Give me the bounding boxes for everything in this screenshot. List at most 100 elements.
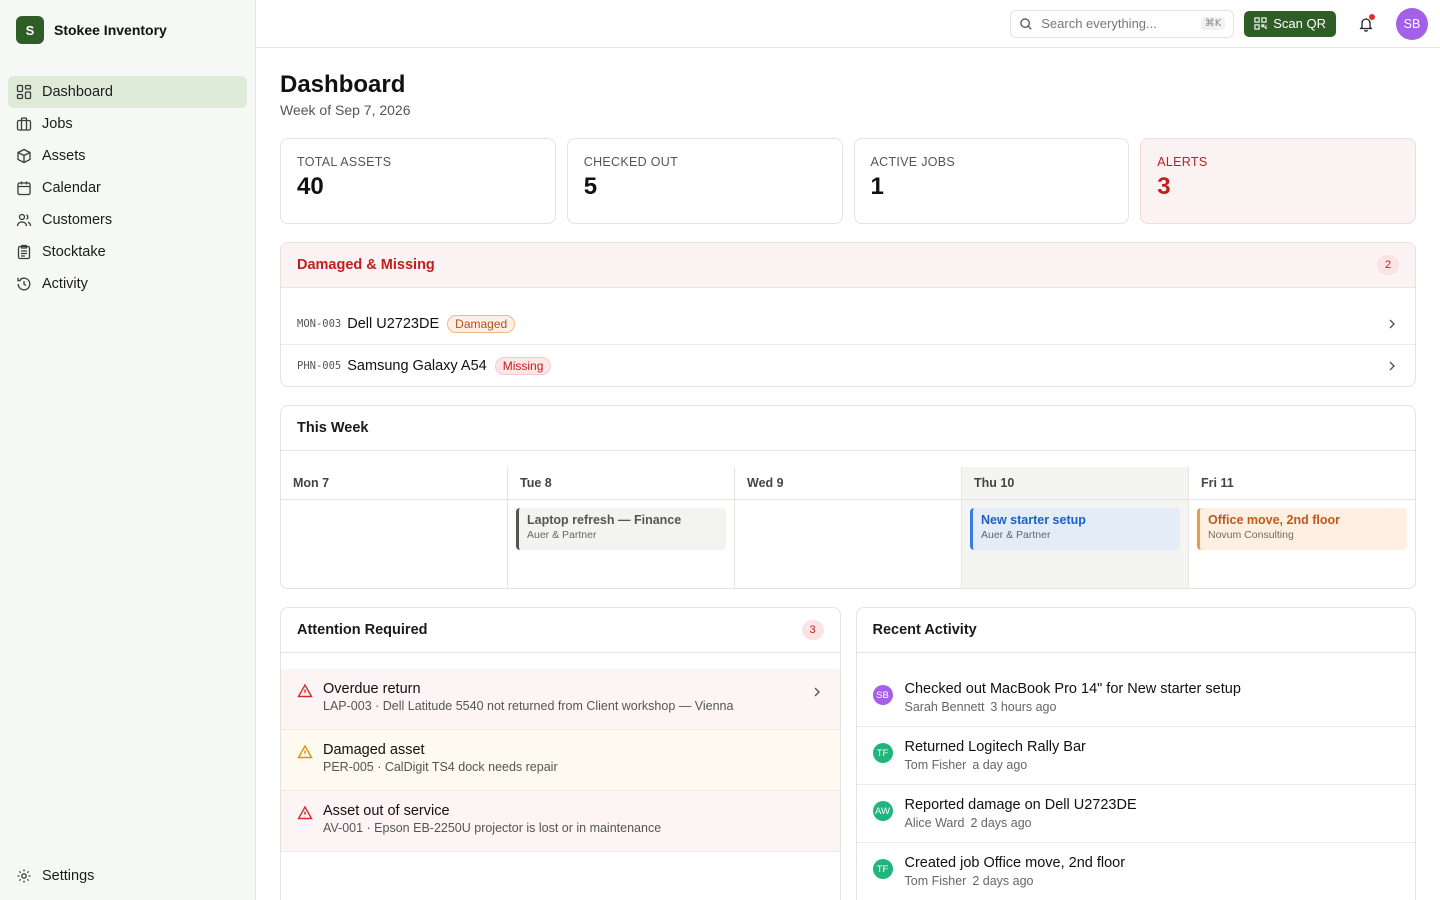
event-title: New starter setup [981,513,1086,527]
qr-code-icon [1254,17,1267,30]
notification-dot [1369,13,1375,20]
sidebar-item-label: Dashboard [42,84,113,100]
topbar: Search everything... ⌘K Scan QR SB [256,0,1440,48]
stat-label: ALERTS [1157,155,1208,169]
activity-meta: Tom Fisher 2 days ago [905,874,1126,888]
list-item[interactable]: TF Created job Office move, 2nd floor To… [857,843,1416,900]
stat-checked-out[interactable]: CHECKED OUT 5 [566,138,843,224]
day-column[interactable]: Fri 11 Office move, 2nd floor Novum Cons… [1189,467,1415,588]
calendar-event[interactable]: Laptop refresh — Finance Auer & Partner [516,508,726,550]
status-badge: Damaged [447,315,516,333]
sidebar-item-stocktake[interactable]: Stocktake [8,236,247,268]
event-customer: Auer & Partner [981,529,1051,541]
list-item[interactable]: TF Returned Logitech Rally Bar Tom Fishe… [856,727,1415,785]
activity-title: Created job Office move, 2nd floor [904,855,1126,871]
sidebar-item-customers[interactable]: Customers [8,204,247,236]
sidebar-item-activity[interactable]: Activity [8,268,247,300]
stat-total-assets[interactable]: TOTAL ASSETS 40 [280,138,556,224]
stat-active-jobs[interactable]: ACTIVE JOBS 1 [853,138,1130,224]
sidebar-item-calendar[interactable]: Calendar [8,172,247,204]
stat-label: ACTIVE JOBS [870,155,956,169]
card-title: Attention Required [297,622,428,638]
status-badge: Missing [494,356,552,375]
attention-text: Asset out of service AV-001 · Epson EB-2… [323,803,824,835]
settings-section: Settings [8,860,247,892]
sidebar: S Stokee Inventory Dashboard Jobs Assets… [0,0,256,900]
search-input[interactable]: Search everything... ⌘K [1010,9,1235,38]
stat-value: 40 [297,173,324,200]
activity-text: Created job Office move, 2nd floor Tom F… [905,855,1126,888]
warning-triangle-icon [297,805,313,821]
asset-code: MON-003 [297,318,342,330]
list-item[interactable]: Overdue return LAP-003 · Dell Latitude 5… [281,669,840,730]
event-customer: Novum Consulting [1208,529,1294,541]
this-week-header: This Week [281,406,1415,451]
damaged-missing-list: MON-003 Dell U2723DE Damaged PHN-005 Sam… [281,288,1415,386]
stat-value: 1 [870,173,884,200]
activity-time: a day ago [972,758,1028,772]
sidebar-item-label: Calendar [42,180,101,196]
attention-header: Attention Required 3 [281,608,840,653]
damaged-missing-card: Damaged & Missing 2 MON-003 Dell U2723DE… [280,242,1416,387]
activity-text: Checked out MacBook Pro 14" for New star… [905,681,1241,714]
day-body: Laptop refresh — Finance Auer & Partner [508,500,734,588]
card-title: This Week [297,420,369,436]
calendar-event[interactable]: New starter setup Auer & Partner [970,508,1180,550]
activity-time: 2 days ago [972,874,1034,888]
list-item[interactable]: Damaged asset PER-005 · CalDigit TS4 doc… [281,730,840,791]
day-body [735,500,961,588]
main-area: Search everything... ⌘K Scan QR SB Dashb… [256,0,1440,900]
sidebar-item-assets[interactable]: Assets [8,140,247,172]
search-shortcut: ⌘K [1200,17,1226,30]
chevron-right-icon [1385,317,1399,331]
day-column-today[interactable]: Thu 10 New starter setup Auer & Partner [962,467,1189,588]
attention-title: Asset out of service [323,803,450,819]
history-icon [16,276,32,292]
calendar-event[interactable]: Office move, 2nd floor Novum Consulting [1197,508,1407,550]
activity-title: Checked out MacBook Pro 14" for New star… [904,681,1241,697]
dashboard-icon [16,84,32,100]
users-icon [16,212,32,228]
scan-qr-button[interactable]: Scan QR [1244,10,1336,37]
list-item[interactable]: Asset out of service AV-001 · Epson EB-2… [281,791,840,852]
avatar: AW [872,801,893,821]
calendar-icon [16,180,32,196]
page-title: Dashboard [280,71,406,98]
briefcase-icon [16,116,32,132]
activity-user: Alice Ward [904,816,965,830]
day-body: Office move, 2nd floor Novum Consulting [1189,500,1415,588]
activity-title: Returned Logitech Rally Bar [904,739,1086,755]
list-item[interactable]: PHN-005 Samsung Galaxy A54 Missing [281,345,1415,386]
warning-triangle-icon [297,683,313,699]
list-item[interactable]: AW Reported damage on Dell U2723DE Alice… [856,785,1415,843]
recent-activity-card: Recent Activity SB Checked out MacBook P… [855,607,1416,900]
sidebar-item-label: Activity [42,276,88,292]
sidebar-item-dashboard[interactable]: Dashboard [8,76,247,108]
sidebar-item-jobs[interactable]: Jobs [8,108,247,140]
day-column[interactable]: Tue 8 Laptop refresh — Finance Auer & Pa… [508,467,735,588]
day-column[interactable]: Wed 9 [735,467,962,588]
brand-name: Stokee Inventory [54,22,167,38]
sidebar-item-settings[interactable]: Settings [8,860,247,892]
attention-title: Overdue return [323,681,421,697]
list-item[interactable]: MON-003 Dell U2723DE Damaged [281,304,1415,345]
activity-time: 3 hours ago [990,700,1057,714]
activity-title: Reported damage on Dell U2723DE [904,797,1137,813]
activity-user: Sarah Bennett [904,700,985,714]
list-item[interactable]: SB Checked out MacBook Pro 14" for New s… [856,669,1415,727]
stat-value: 5 [583,173,598,200]
user-avatar[interactable]: SB [1396,7,1428,40]
bottom-row: Attention Required 3 Overdue return LAP-… [280,607,1416,900]
activity-user: Tom Fisher [904,758,967,772]
clipboard-icon [16,244,32,260]
count-badge: 3 [801,620,824,640]
damaged-missing-header: Damaged & Missing 2 [281,243,1415,288]
search-icon [1019,17,1033,31]
day-label: Fri 11 [1189,467,1415,500]
notifications-button[interactable] [1352,10,1380,38]
stat-alerts[interactable]: ALERTS 3 [1140,138,1416,224]
day-column[interactable]: Mon 7 [281,467,508,588]
activity-text: Returned Logitech Rally Bar Tom Fisher a … [905,739,1086,772]
brand[interactable]: S Stokee Inventory [0,0,255,60]
day-label: Mon 7 [281,467,507,500]
